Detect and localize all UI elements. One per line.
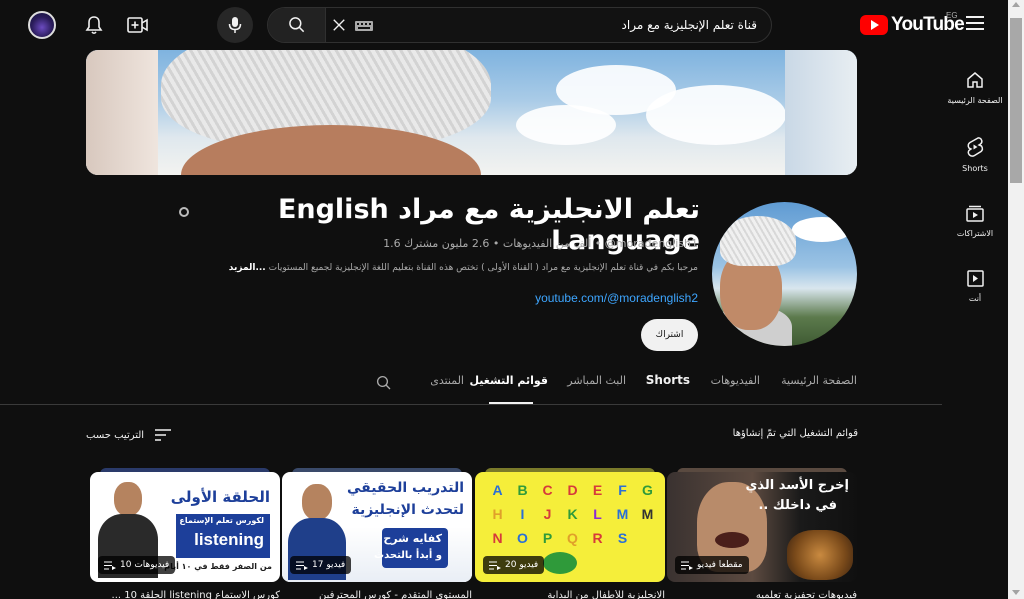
- playlist-card-motivational[interactable]: إخرج الأسد الذي في داخلك .. مقطعا فيديو …: [667, 468, 857, 599]
- thumb-text-line: و أبدأ بالتحدث: [374, 550, 442, 561]
- channel-subscribers: 2.6 مليون مشترك: [404, 237, 490, 250]
- more-link[interactable]: ...المزيد: [229, 263, 266, 273]
- playlist-icon: [104, 561, 116, 570]
- divider: [0, 404, 942, 405]
- subscribe-button[interactable]: اشتراك: [641, 319, 698, 351]
- channel-description[interactable]: مرحبا بكم في قناة تعلم الإنجليزية مع مرا…: [200, 263, 698, 273]
- thumb-text-line: لتحدث الإنجليزية: [351, 502, 464, 518]
- thumb-text-line: في داخلك ..: [758, 498, 837, 513]
- search-box: [267, 7, 772, 43]
- thumb-text-line: التدريب الحقيقي: [346, 480, 464, 496]
- thumb-text-line: كفايه شرح: [383, 532, 442, 545]
- tab-home[interactable]: الصفحة الرئيسية: [781, 374, 857, 387]
- bell-icon[interactable]: [85, 15, 103, 35]
- voice-search-button[interactable]: [217, 7, 253, 43]
- sidebar-item-you[interactable]: أنت: [945, 268, 1005, 303]
- search-button[interactable]: [268, 8, 326, 42]
- scrollbar-thumb[interactable]: [1010, 18, 1022, 183]
- sidebar-item-shorts[interactable]: Shorts: [945, 136, 1005, 173]
- thumb-text-line: لكورس تعلم الإستماع: [179, 516, 264, 525]
- clear-icon[interactable]: [330, 16, 348, 34]
- shorts-icon: [967, 137, 984, 157]
- channel-link[interactable]: youtube.com/@moradenglish2: [440, 291, 698, 305]
- tab-community[interactable]: المنتدى: [430, 374, 464, 387]
- channel-meta: 1.6 ألف من الفيديوهات • 2.6 مليون مشترك …: [383, 237, 698, 250]
- tab-videos[interactable]: الفيديوهات: [711, 374, 760, 387]
- verified-badge-icon: [179, 207, 189, 217]
- video-count-badge: 10 فيديوهات: [98, 556, 176, 574]
- playlist-icon: [296, 561, 308, 570]
- tab-playlists[interactable]: قوائم التشغيل: [469, 374, 548, 387]
- tab-live[interactable]: البث المباشر: [567, 374, 626, 387]
- alphabet-grid: A B C D E F G H I J K L M M N O P Q R S: [492, 482, 654, 546]
- playlist-title[interactable]: المستوى المتقدم - كورس المحترفين: [282, 590, 472, 599]
- playlist-thumbnail[interactable]: الحلقة الأولى لكورس تعلم الإستماع listen…: [90, 472, 280, 582]
- playlist-icon: [489, 561, 501, 570]
- playlist-title[interactable]: فيديوهات تحفيزية تعلميه: [667, 590, 857, 599]
- tab-shorts[interactable]: Shorts: [646, 373, 690, 387]
- playlist-thumbnail[interactable]: التدريب الحقيقي لتحدث الإنجليزية كفايه ش…: [282, 472, 472, 582]
- thumb-text-line: listening: [194, 530, 264, 549]
- mic-icon: [228, 17, 242, 33]
- playlist-title[interactable]: الانجليزية للأطفال من البداية: [475, 590, 665, 599]
- lion-image: [787, 530, 853, 580]
- playlist-title[interactable]: كورس الاستماع listening الحلقة 10 ...: [90, 590, 280, 599]
- thumb-text-line: الحلقة الأولى: [170, 488, 270, 506]
- youtube-logo[interactable]: YouTube EG: [860, 11, 965, 36]
- description-text: مرحبا بكم في قناة تعلم الإنجليزية مع مرا…: [268, 263, 698, 273]
- avatar[interactable]: [28, 11, 56, 39]
- channel-avatar[interactable]: [712, 202, 857, 346]
- home-icon: [967, 72, 983, 88]
- sort-label: الترتيب حسب: [86, 429, 145, 441]
- video-count-badge: مقطعا فيديو: [675, 556, 749, 574]
- thumb-text-line: إخرج الأسد الذي: [745, 478, 849, 493]
- sidebar-item-label: أنت: [968, 294, 982, 303]
- create-icon[interactable]: [127, 16, 149, 34]
- video-count-badge: 17 فيديو: [290, 556, 352, 574]
- playlist-card-listening[interactable]: الحلقة الأولى لكورس تعلم الإستماع listen…: [90, 468, 280, 599]
- playlist-thumbnail[interactable]: A B C D E F G H I J K L M M N O P Q R S …: [475, 472, 665, 582]
- playlist-card-advanced[interactable]: التدريب الحقيقي لتحدث الإنجليزية كفايه ش…: [282, 468, 472, 599]
- search-input[interactable]: [368, 16, 757, 34]
- sidebar-item-subscriptions[interactable]: الاشتراكات: [945, 203, 1005, 238]
- search-icon: [289, 17, 305, 33]
- channel-banner: [86, 50, 857, 175]
- sidebar-item-home[interactable]: الصفحة الرئيسية: [945, 70, 1005, 105]
- channel-search-icon[interactable]: [375, 374, 393, 392]
- parrot-image: [543, 552, 577, 574]
- sort-icon: [155, 429, 172, 441]
- section-title: قوائم التشغيل التي تمّ إنشاؤها: [732, 428, 858, 439]
- playlist-card-kids[interactable]: A B C D E F G H I J K L M M N O P Q R S …: [475, 468, 665, 599]
- scroll-down-arrow-icon[interactable]: [1012, 590, 1020, 595]
- video-count-badge: 20 فيديو: [483, 556, 545, 574]
- playlist-icon: [681, 561, 693, 570]
- channel-tabs: الصفحة الرئيسية الفيديوهات Shorts البث ا…: [370, 364, 860, 404]
- scroll-up-arrow-icon[interactable]: [1012, 2, 1020, 7]
- sort-button[interactable]: الترتيب حسب: [86, 428, 172, 442]
- menu-icon[interactable]: [966, 16, 984, 30]
- subscriptions-icon: [966, 205, 984, 222]
- you-icon: [967, 270, 984, 287]
- country-code: EG: [946, 11, 958, 20]
- sidebar-item-label: Shorts: [962, 164, 988, 173]
- thumb-text-line: من الصفر فقط في ١٠ أيام: [164, 562, 272, 571]
- sidebar-item-label: الاشتراكات: [956, 229, 994, 238]
- playlist-thumbnail[interactable]: إخرج الأسد الذي في داخلك .. مقطعا فيديو: [667, 472, 857, 582]
- sidebar-item-label: الصفحة الرئيسية: [947, 96, 1003, 105]
- youtube-play-icon: [860, 15, 888, 35]
- channel-handle: @moradenglish1: [604, 237, 698, 250]
